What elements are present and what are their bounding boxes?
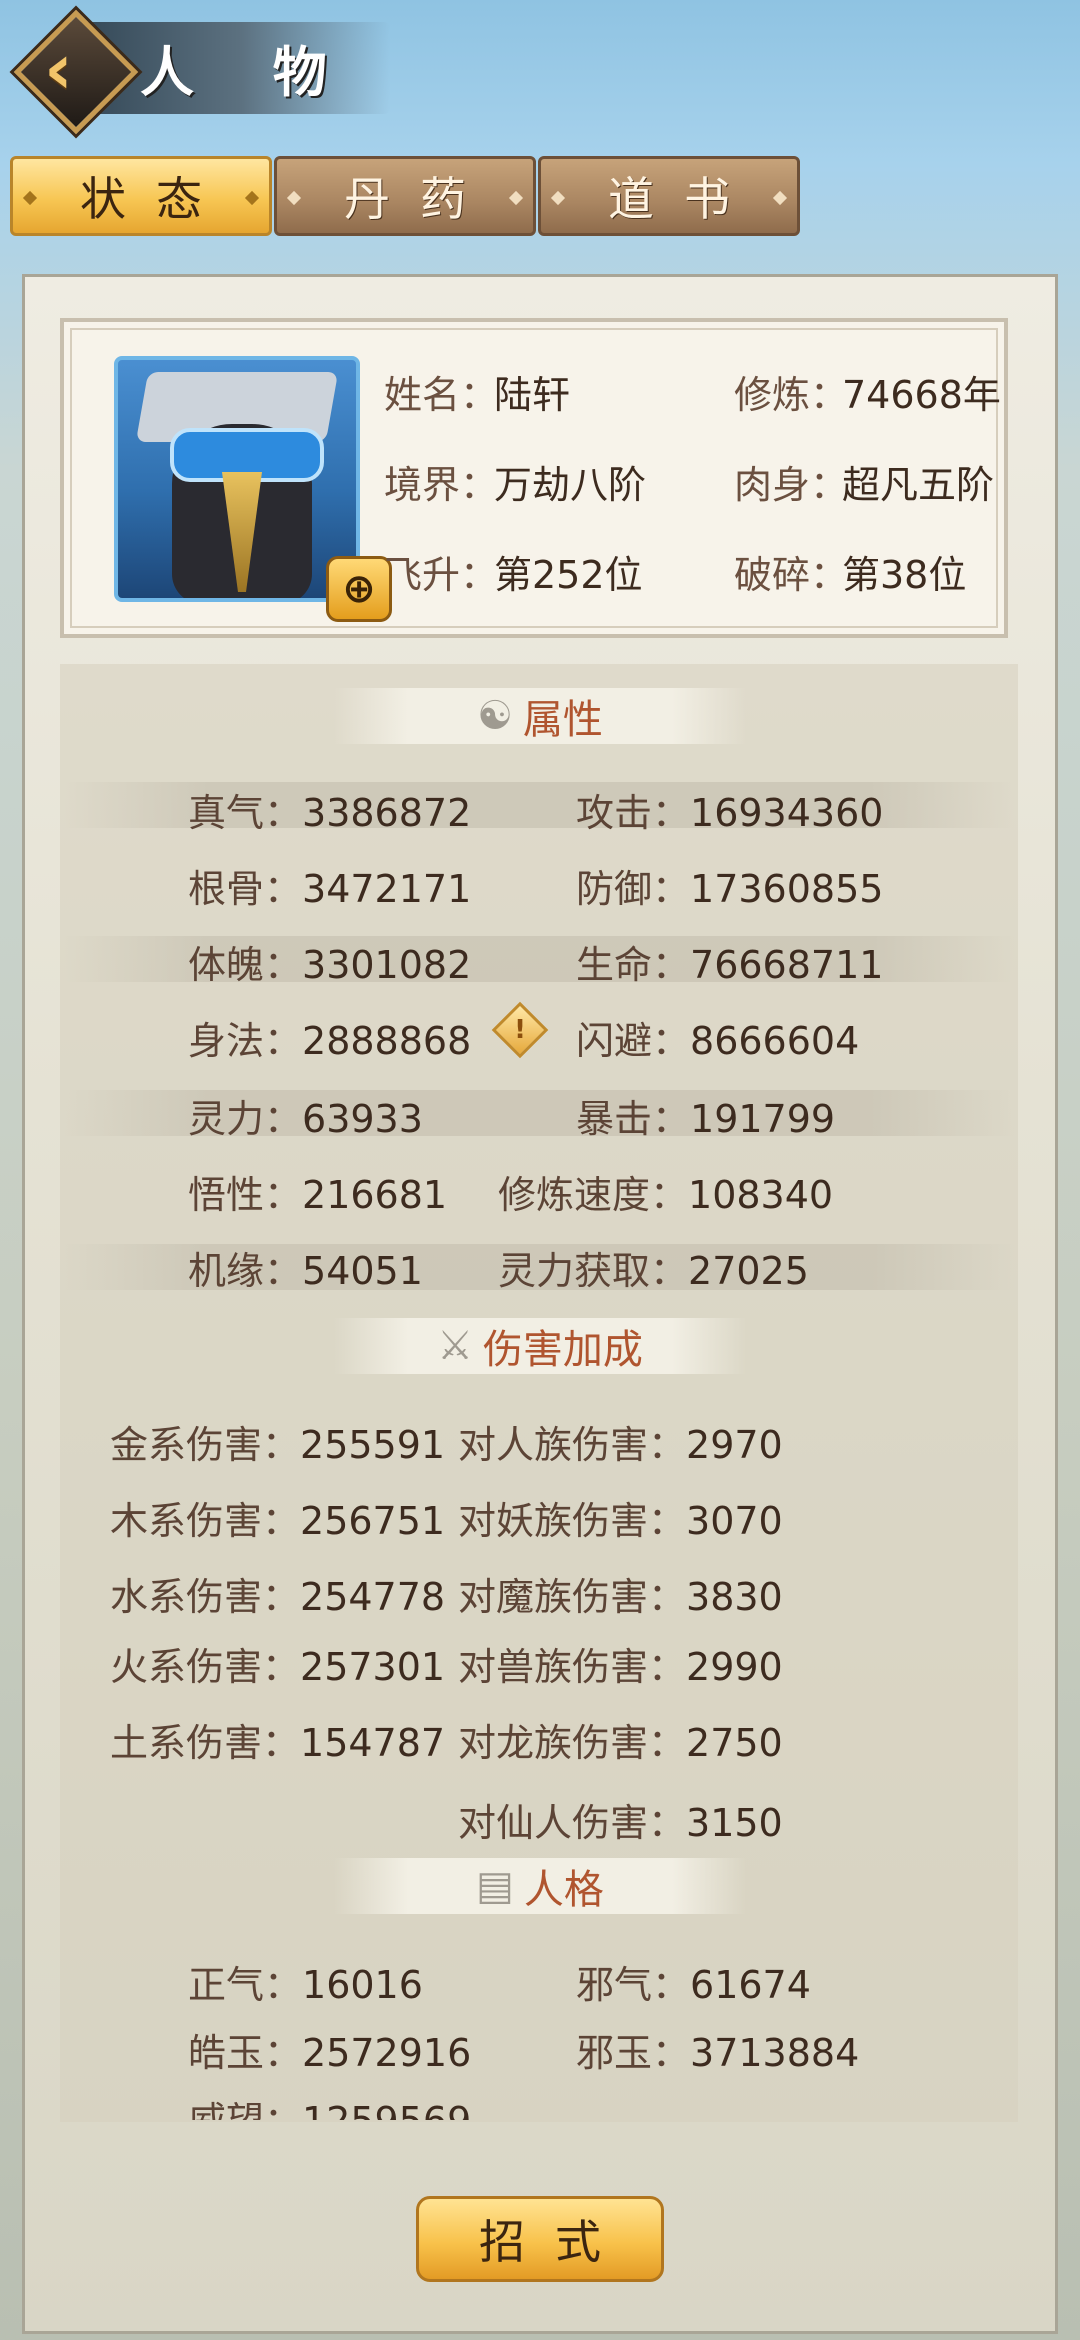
stat-metal-damage: 金系伤害：255591	[110, 1423, 446, 1467]
cultivation-label: 修炼：	[734, 373, 849, 417]
tab-ornament	[286, 190, 302, 206]
stat-vs-devil-damage: 对魔族伤害：3830	[458, 1575, 783, 1619]
tab-ornament	[22, 190, 38, 206]
scroll-icon: ▤	[476, 1863, 514, 1909]
stat-vs-beast-damage: 对兽族伤害：2990	[458, 1645, 783, 1689]
stat-righteous-qi: 正气：16016	[188, 1963, 423, 2007]
stat-evil-qi: 邪气：61674	[576, 1963, 811, 2007]
tab-label: 丹药	[344, 172, 496, 226]
tab-status[interactable]: 状态	[10, 156, 272, 236]
name-label: 姓名：	[384, 373, 499, 417]
back-button-frame	[13, 9, 139, 135]
stat-physique: 体魄：3301082	[188, 943, 472, 987]
section-header-damage: ⚔ 伤害加成	[334, 1318, 746, 1374]
tab-label: 道书	[608, 172, 760, 226]
body-label: 肉身：	[734, 463, 849, 507]
realm-value: 万劫八阶	[494, 463, 647, 507]
stat-vs-human-damage: 对人族伤害：2970	[458, 1423, 783, 1467]
avatar[interactable]	[114, 356, 360, 602]
tab-ornament	[550, 190, 566, 206]
realm-label: 境界：	[384, 463, 499, 507]
tab-elixirs[interactable]: 丹药	[274, 156, 536, 236]
stat-fire-damage: 火系伤害：257301	[110, 1645, 446, 1689]
stat-attack: 攻击：16934360	[576, 791, 884, 835]
stat-wood-damage: 木系伤害：256751	[110, 1499, 446, 1543]
shatter-label: 破碎：	[734, 553, 849, 597]
stat-comprehension: 悟性：216681	[188, 1173, 448, 1217]
section-title: 人格	[523, 1867, 604, 1913]
name-value: 陆轩	[494, 373, 571, 417]
stat-bright-jade: 皓玉：2572916	[188, 2031, 472, 2075]
stat-vs-dragon-damage: 对龙族伤害：2750	[458, 1721, 783, 1765]
stat-vs-demon-damage: 对妖族伤害：3070	[458, 1499, 783, 1543]
stat-vs-immortal-damage: 对仙人伤害：3150	[458, 1801, 783, 1845]
chevron-left-icon: ‹	[44, 28, 73, 110]
stat-life: 生命：76668711	[576, 943, 884, 987]
crossed-swords-icon: ⚔	[437, 1323, 473, 1369]
shatter-value: 第38位	[842, 553, 967, 597]
section-header-personality: ▤ 人格	[334, 1858, 746, 1914]
page-title: 人 物	[140, 40, 357, 104]
stat-prestige: 威望：1259569	[188, 2090, 471, 2120]
stat-spirit-gain: 灵力获取：27025	[498, 1249, 809, 1293]
section-title: 伤害加成	[482, 1327, 643, 1373]
section-header-attributes: ☯ 属性	[334, 688, 746, 744]
tab-books[interactable]: 道书	[538, 156, 800, 236]
zoom-in-icon[interactable]: ⊕	[326, 556, 392, 622]
stat-bone: 根骨：3472171	[188, 867, 472, 911]
tab-label: 状态	[80, 172, 232, 226]
stat-spirit-power: 灵力：63933	[188, 1097, 423, 1141]
stat-dodge: 闪避：8666604	[576, 1019, 860, 1063]
stat-fortune: 机缘：54051	[188, 1249, 423, 1293]
stat-true-qi: 真气：3386872	[188, 791, 472, 835]
tab-ornament	[772, 190, 788, 206]
stat-earth-damage: 土系伤害：154787	[110, 1721, 446, 1765]
cultivation-value: 74668年	[842, 373, 1001, 417]
tab-ornament	[508, 190, 524, 206]
stat-cultivation-speed: 修炼速度：108340	[498, 1173, 834, 1217]
title-bar: ‹ 人 物	[0, 0, 400, 140]
stat-critical: 暴击：191799	[576, 1097, 836, 1141]
stat-evil-jade: 邪玉：3713884	[576, 2031, 860, 2075]
stat-agility: 身法：2888868	[188, 1019, 472, 1063]
back-button[interactable]: ‹	[13, 9, 139, 135]
body-value: 超凡五阶	[842, 463, 995, 507]
stat-defense: 防御：17360855	[576, 867, 884, 911]
yin-yang-icon: ☯	[477, 693, 513, 739]
stat-water-damage: 水系伤害：254778	[110, 1575, 446, 1619]
skills-button[interactable]: 招式	[416, 2196, 664, 2282]
section-title: 属性	[522, 697, 603, 743]
ascension-value: 第252位	[494, 553, 643, 597]
ascension-label: 飞升：	[384, 553, 499, 597]
tab-ornament	[244, 190, 260, 206]
